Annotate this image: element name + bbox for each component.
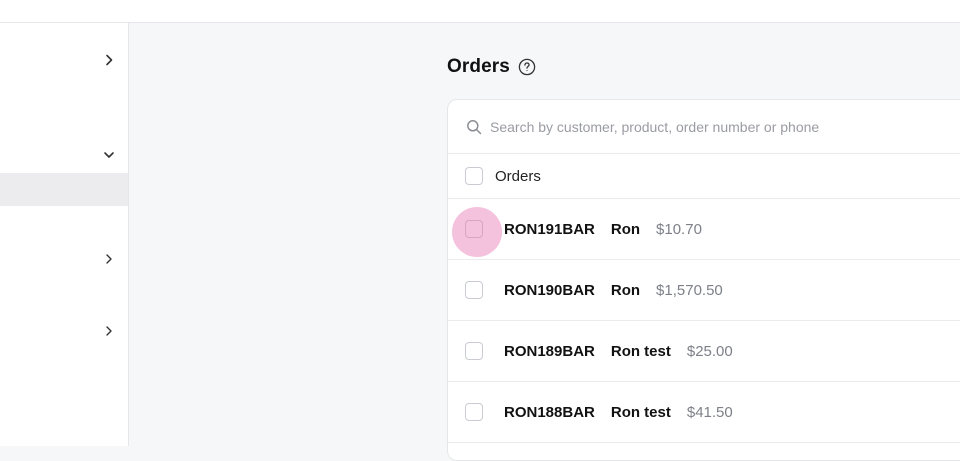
page-header: Orders [447,54,536,80]
order-amount: $25.00 [686,342,733,360]
customer-name: Ron test [610,403,671,421]
order-amount: $10.70 [656,220,702,238]
help-circle-icon[interactable] [518,58,536,76]
row-checkbox-wrapper [465,342,483,360]
chevron-down-icon[interactable] [102,148,116,162]
order-number: RON189BAR [504,342,595,360]
customer-name: Ron test [610,342,671,360]
customer-name: Ron [610,281,641,299]
order-number: RON190BAR [504,281,595,299]
chevron-right-icon[interactable] [102,324,116,338]
customer-name: Ron [610,220,641,238]
chevron-right-icon[interactable] [102,252,116,266]
sidebar-item-active[interactable] [0,173,128,206]
row-checkbox-wrapper [465,403,483,421]
row-checkbox[interactable] [465,281,483,299]
order-amount: $41.50 [686,403,733,421]
row-checkbox[interactable] [465,342,483,360]
list-header: Orders [448,154,960,199]
row-checkbox[interactable] [465,403,483,421]
search-input[interactable] [490,118,910,135]
row-checkbox-wrapper [465,281,483,299]
order-row[interactable]: RON190BAR Ron $1,570.50 [448,260,960,321]
orders-panel: Orders RON191BAR Ron $10.70 RON190BAR Ro… [447,99,960,461]
order-row[interactable]: RON188BAR Ron test $41.50 [448,382,960,443]
sidebar [0,23,129,446]
search-bar [448,100,960,154]
search-icon [467,119,482,134]
order-number: RON188BAR [504,403,595,421]
row-checkbox-wrapper [452,207,502,257]
row-checkbox[interactable] [465,220,483,238]
select-all-checkbox[interactable] [465,167,483,185]
order-row[interactable]: RON189BAR Ron test $25.00 [448,321,960,382]
order-number: RON191BAR [504,220,595,238]
page-title: Orders [447,56,510,77]
order-amount: $1,570.50 [656,281,723,299]
top-bar [0,0,960,23]
chevron-right-icon[interactable] [102,53,116,67]
order-row[interactable]: RON191BAR Ron $10.70 [448,199,960,260]
list-header-label: Orders [495,167,541,185]
